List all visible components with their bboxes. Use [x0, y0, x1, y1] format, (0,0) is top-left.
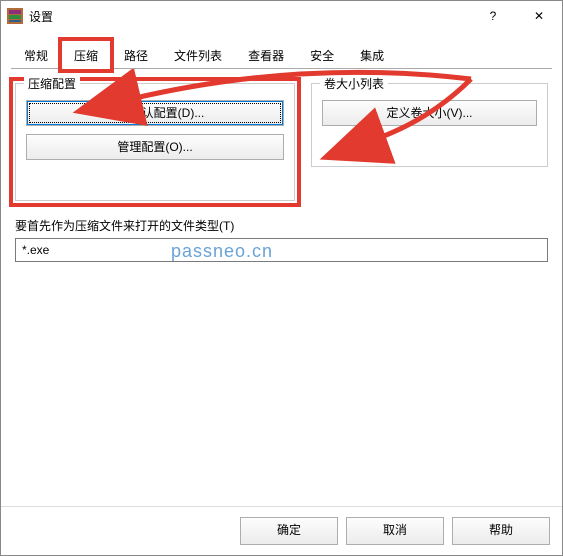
button-label: 定义卷大小(V)...	[387, 106, 473, 120]
create-default-profile-button[interactable]: 创建默认配置(D)...	[26, 100, 284, 126]
help-footer-button[interactable]: 帮助	[452, 517, 550, 545]
settings-dialog: 设置 ? ✕ 常规 压缩 路径 文件列表 查看器 安全 集成 压缩配置 创建默认…	[0, 0, 563, 556]
tab-filelist[interactable]: 文件列表	[161, 40, 235, 70]
button-label: 管理配置(O)...	[117, 140, 192, 154]
app-icon	[7, 8, 23, 24]
tab-viewer[interactable]: 查看器	[235, 40, 297, 70]
close-icon: ✕	[534, 9, 544, 23]
tab-label: 压缩	[74, 49, 98, 63]
cancel-button[interactable]: 取消	[346, 517, 444, 545]
titlebar: 设置 ? ✕	[1, 1, 562, 31]
close-button[interactable]: ✕	[516, 1, 562, 31]
tab-general[interactable]: 常规	[11, 40, 61, 70]
tab-label: 查看器	[248, 49, 284, 63]
tab-paths[interactable]: 路径	[111, 40, 161, 70]
button-label: 创建默认配置(D)...	[106, 106, 205, 120]
define-volume-size-button[interactable]: 定义卷大小(V)...	[322, 100, 537, 126]
tab-compress[interactable]: 压缩	[61, 40, 111, 70]
tab-label: 集成	[360, 49, 384, 63]
group-compress-profile: 压缩配置 创建默认配置(D)... 管理配置(O)...	[15, 83, 295, 201]
help-button[interactable]: ?	[470, 1, 516, 31]
tab-label: 文件列表	[174, 49, 222, 63]
dialog-footer: 确定 取消 帮助	[1, 506, 562, 555]
tab-security[interactable]: 安全	[297, 40, 347, 70]
button-label: 帮助	[489, 523, 513, 537]
open-as-archive-input[interactable]	[15, 238, 548, 262]
window-title: 设置	[29, 8, 470, 25]
ok-button[interactable]: 确定	[240, 517, 338, 545]
group-legend: 卷大小列表	[320, 75, 388, 92]
group-legend: 压缩配置	[24, 75, 80, 92]
tabstrip: 常规 压缩 路径 文件列表 查看器 安全 集成	[1, 31, 562, 69]
button-label: 取消	[383, 523, 407, 537]
tab-label: 安全	[310, 49, 334, 63]
tab-label: 路径	[124, 49, 148, 63]
open-as-archive-label: 要首先作为压缩文件来打开的文件类型(T)	[15, 217, 548, 234]
group-volume-list: 卷大小列表 定义卷大小(V)...	[311, 83, 548, 167]
tab-content: 压缩配置 创建默认配置(D)... 管理配置(O)... 卷大小列表 定义卷大小…	[1, 69, 562, 506]
help-icon: ?	[490, 9, 497, 23]
tab-integration[interactable]: 集成	[347, 40, 397, 70]
manage-profiles-button[interactable]: 管理配置(O)...	[26, 134, 284, 160]
button-label: 确定	[277, 523, 301, 537]
tab-label: 常规	[24, 49, 48, 63]
